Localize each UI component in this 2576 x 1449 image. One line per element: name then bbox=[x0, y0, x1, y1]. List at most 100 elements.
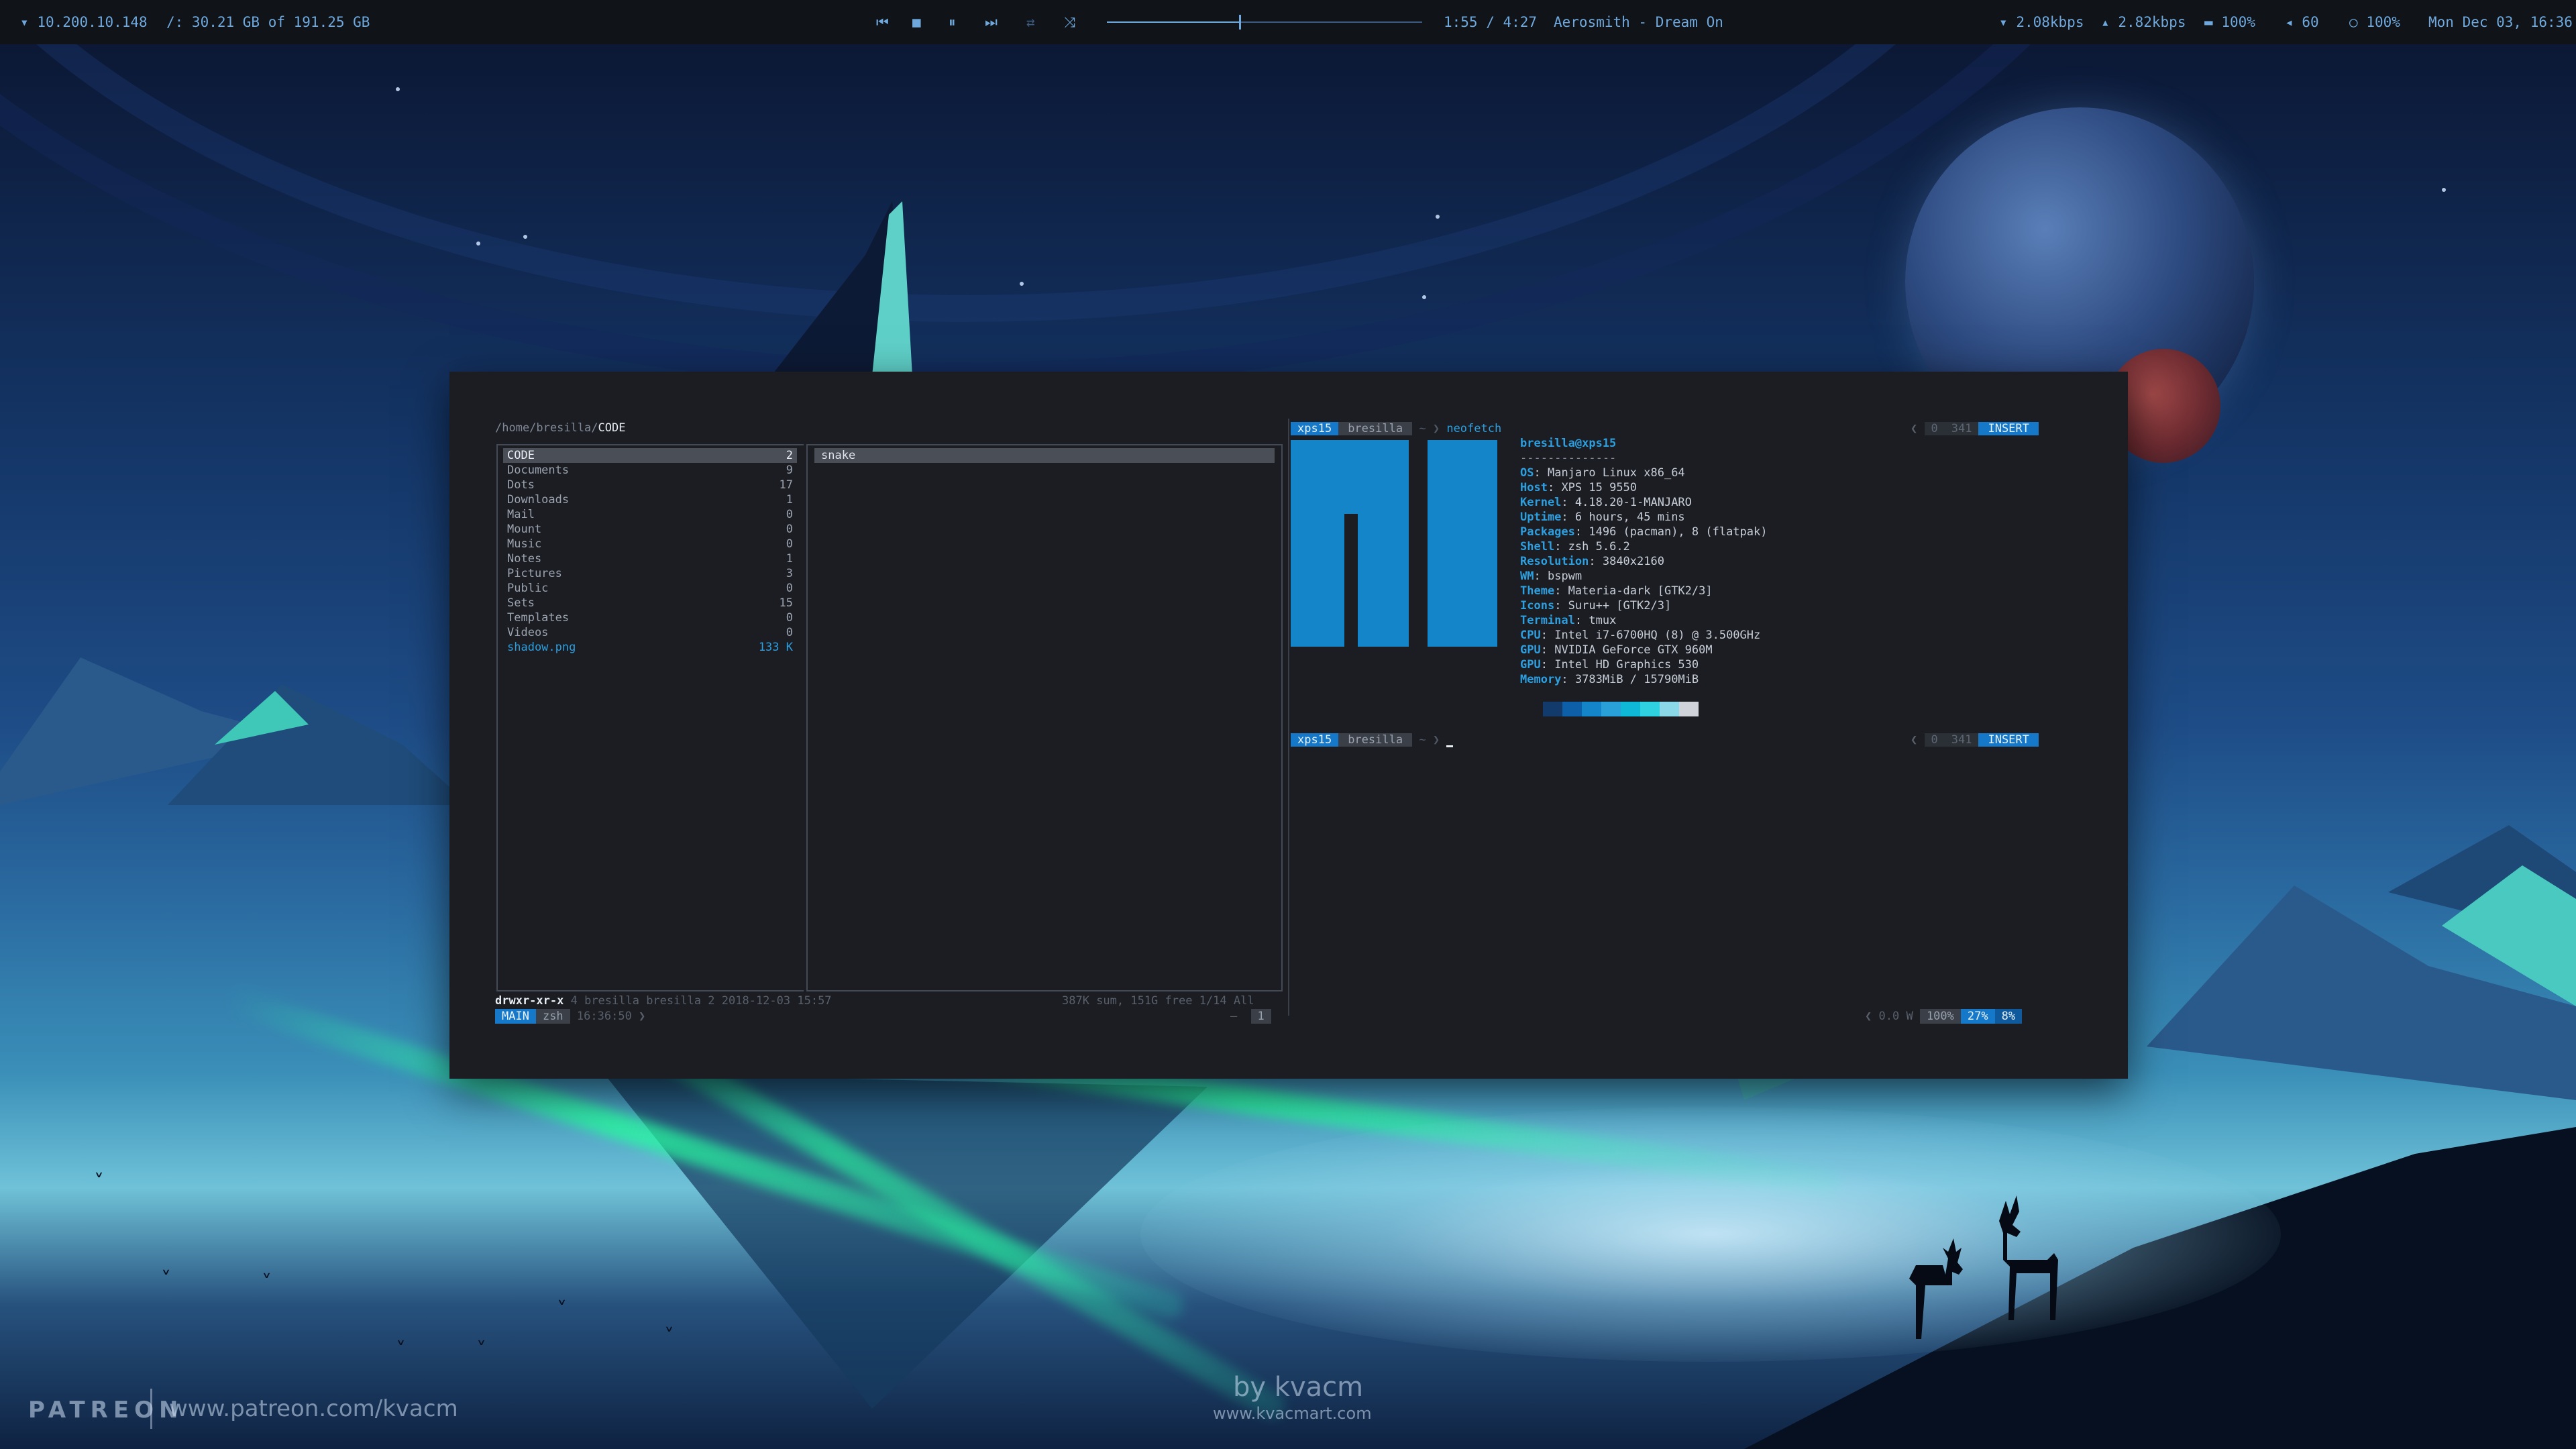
pause-icon: ⏸ bbox=[949, 14, 956, 30]
terminal-window[interactable]: /home/bresilla/CODE CODE 2 Documents 9 Dots 1… bbox=[449, 372, 2128, 1079]
zsh-prompt-line: xps15 bresilla ~ ❯ neofetch bbox=[1291, 421, 1501, 436]
folder-item[interactable]: Downloads 1 bbox=[503, 492, 797, 507]
folder-item[interactable]: Templates 0 bbox=[503, 610, 797, 625]
ip-address: 10.200.10.148 bbox=[37, 14, 148, 30]
repeat-button[interactable]: ⇄ bbox=[1026, 0, 1035, 44]
file-name: Downloads bbox=[507, 493, 570, 506]
download-speed: ▾ 2.08kbps bbox=[1999, 0, 2084, 44]
ranger-preview-pane[interactable]: snake bbox=[806, 444, 1283, 991]
file-name: shadow.png bbox=[507, 641, 576, 654]
next-track-button[interactable]: ⏭ bbox=[985, 0, 998, 44]
folder-item[interactable]: Public 0 bbox=[503, 581, 797, 596]
folder-item[interactable]: Sets 15 bbox=[503, 596, 797, 610]
palette-swatch bbox=[1543, 702, 1562, 716]
tmux-session[interactable]: MAIN bbox=[495, 1009, 536, 1024]
download-icon: ▾ bbox=[1999, 14, 2008, 30]
folder-item[interactable]: Dots 17 bbox=[503, 478, 797, 492]
tmux-battery: 100% bbox=[1919, 1009, 1961, 1024]
tmux-status-center: – 1 bbox=[1230, 1009, 1271, 1024]
folder-item[interactable]: Documents 9 bbox=[503, 463, 797, 478]
file-count: 133 K bbox=[758, 641, 793, 654]
watermark-site: www.kvacmart.com bbox=[1213, 1404, 1372, 1423]
network-status[interactable]: ▾ 10.200.10.148 bbox=[20, 0, 148, 44]
neofetch-line: Uptime: 6 hours, 45 mins bbox=[1520, 511, 1685, 524]
file-item[interactable]: shadow.png 133 K bbox=[503, 640, 797, 655]
watermark-author: by kvacm bbox=[1233, 1372, 1364, 1403]
neofetch-line: Memory: 3783MiB / 15790MiB bbox=[1520, 673, 1699, 686]
folder-item[interactable]: Pictures 3 bbox=[503, 566, 797, 581]
folder-item[interactable]: Notes 1 bbox=[503, 551, 797, 566]
track-progress-knob[interactable] bbox=[1239, 15, 1241, 30]
tmux-window[interactable]: zsh bbox=[535, 1009, 570, 1024]
track-progress-fill bbox=[1107, 21, 1239, 23]
pause-button[interactable]: ⏸ bbox=[949, 0, 956, 44]
palette-swatch bbox=[1582, 702, 1601, 716]
neofetch-line: Packages: 1496 (pacman), 8 (flatpak) bbox=[1520, 525, 1768, 539]
zsh-rprompt-2: ❮ 0 341 INSERT bbox=[1911, 733, 2039, 747]
zsh-prompt-line-2[interactable]: xps15 bresilla ~ ❯ bbox=[1291, 733, 1454, 747]
bird-silhouette: ˅ bbox=[396, 1338, 406, 1362]
battery-status[interactable]: ▬ 100% bbox=[2204, 0, 2255, 44]
neofetch-value: 3783MiB / 15790MiB bbox=[1574, 673, 1699, 686]
rprompt-history: 341 bbox=[1944, 733, 1979, 747]
tmux-cpu: 27% bbox=[1960, 1009, 1995, 1024]
upload-speed-value: 2.82kbps bbox=[2118, 14, 2186, 30]
neofetch-line: OS: Manjaro Linux x86_64 bbox=[1520, 466, 1685, 480]
top-status-bar: ▾ 10.200.10.148 /: 30.21 GB of 191.25 GB… bbox=[0, 0, 2576, 44]
neofetch-line: Shell: zsh 5.6.2 bbox=[1520, 540, 1630, 553]
manjaro-logo-icon bbox=[1291, 440, 1497, 647]
rprompt-status: 0 bbox=[1924, 733, 1945, 747]
folder-item[interactable]: Mail 0 bbox=[503, 507, 797, 522]
volume-status[interactable]: ◂ 60 bbox=[2285, 0, 2319, 44]
stop-button[interactable]: ■ bbox=[912, 0, 921, 44]
neofetch-value: NVIDIA GeForce GTX 960M bbox=[1554, 643, 1713, 657]
neofetch-title: bresilla@xps15 bbox=[1520, 437, 1617, 450]
preview-item[interactable]: snake bbox=[814, 448, 1275, 463]
folder-item[interactable]: Videos 0 bbox=[503, 625, 797, 640]
bird-silhouette: ˅ bbox=[161, 1268, 171, 1291]
neofetch-line: GPU: Intel HD Graphics 530 bbox=[1520, 658, 1699, 672]
file-name: Music bbox=[507, 537, 542, 551]
prompt-dir: ~ bbox=[1419, 422, 1426, 435]
neofetch-value: zsh 5.6.2 bbox=[1568, 540, 1630, 553]
wifi-icon: ▾ bbox=[20, 14, 29, 30]
bird-silhouette: ˅ bbox=[557, 1298, 567, 1322]
palette-swatch bbox=[1621, 702, 1640, 716]
neofetch-value: 6 hours, 45 mins bbox=[1574, 511, 1685, 524]
brightness-status[interactable]: ○ 100% bbox=[2349, 0, 2400, 44]
chevron-left-icon: ❮ bbox=[1911, 422, 1918, 435]
palette-swatch bbox=[1679, 702, 1699, 716]
shuffle-button[interactable]: ⤨ bbox=[1064, 0, 1075, 44]
neofetch-line: CPU: Intel i7-6700HQ (8) @ 3.500GHz bbox=[1520, 629, 1761, 642]
neofetch-value: Materia-dark [GTK2/3] bbox=[1568, 584, 1713, 598]
file-name: Pictures bbox=[507, 567, 562, 580]
neofetch-key: Terminal bbox=[1520, 614, 1575, 627]
prompt-command: neofetch bbox=[1446, 422, 1502, 435]
file-permissions: drwxr-xr-x bbox=[495, 994, 564, 1008]
neofetch-value: 1496 (pacman), 8 (flatpak) bbox=[1589, 525, 1768, 539]
ranger-path-prefix: /home/bresilla/ bbox=[495, 421, 598, 435]
watermark-brand: PATREON bbox=[28, 1397, 184, 1424]
tmux-dash: – bbox=[1230, 1010, 1238, 1023]
neofetch-key: Packages bbox=[1520, 525, 1575, 539]
neofetch-key: GPU bbox=[1520, 643, 1541, 657]
palette-swatch bbox=[1640, 702, 1660, 716]
chevron-left-icon: ❮ bbox=[1911, 733, 1918, 747]
track-title[interactable]: Aerosmith - Dream On bbox=[1554, 0, 1723, 44]
pane-divider[interactable] bbox=[1288, 419, 1289, 1016]
folder-item[interactable]: Mount 0 bbox=[503, 522, 797, 537]
neofetch-key: Memory bbox=[1520, 673, 1562, 686]
prev-track-button[interactable]: ⏮ bbox=[876, 0, 889, 44]
prompt-user: bresilla bbox=[1338, 733, 1413, 747]
file-name: CODE bbox=[507, 449, 535, 462]
folder-item[interactable]: Music 0 bbox=[503, 537, 797, 551]
file-name: Dots bbox=[507, 478, 535, 492]
tmux-pane-number[interactable]: 1 bbox=[1250, 1009, 1271, 1024]
file-count: 0 bbox=[786, 582, 793, 595]
neofetch-line: Kernel: 4.18.20-1-MANJARO bbox=[1520, 496, 1692, 509]
ranger-file-list[interactable]: CODE 2 Documents 9 Dots 17 Downloads 1 Mail 0 Moun… bbox=[496, 444, 804, 991]
folder-item[interactable]: CODE 2 bbox=[503, 448, 797, 463]
neofetch-value: bspwm bbox=[1547, 570, 1582, 583]
clock[interactable]: Mon Dec 03, 16:36 bbox=[2428, 0, 2573, 44]
neofetch-key: OS bbox=[1520, 466, 1534, 480]
